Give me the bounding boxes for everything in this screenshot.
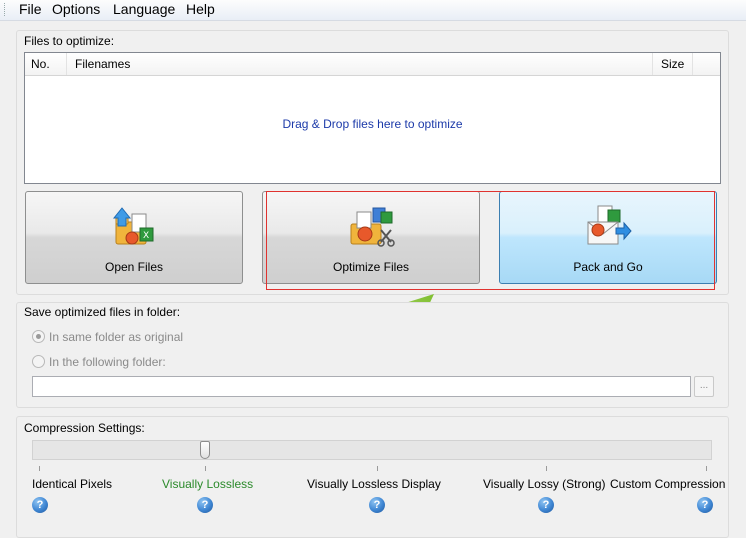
radio-following-folder-label: In the following folder: xyxy=(49,355,166,369)
pack-and-go-label: Pack and Go xyxy=(573,260,643,274)
optimize-files-button[interactable]: Optimize Files xyxy=(262,191,480,284)
optimize-files-label: Optimize Files xyxy=(332,260,409,274)
pack-and-go-button[interactable]: Pack and Go xyxy=(499,191,717,284)
column-header-size[interactable]: Size xyxy=(653,53,693,75)
radio-following-folder[interactable]: In the following folder: xyxy=(32,355,166,369)
drop-hint: Drag & Drop files here to optimize xyxy=(282,117,463,131)
level-custom-compression[interactable]: Custom Compression xyxy=(610,477,725,491)
column-header-filenames[interactable]: Filenames xyxy=(67,53,653,75)
compression-slider-track[interactable] xyxy=(32,440,712,460)
folder-with-documents-icon: X xyxy=(112,207,154,245)
folder-path-input[interactable] xyxy=(32,376,691,397)
compression-slider-thumb[interactable] xyxy=(200,441,210,459)
help-icon[interactable]: ? xyxy=(538,497,554,513)
slider-tick xyxy=(205,466,206,471)
optimize-documents-icon xyxy=(350,207,395,247)
slider-tick xyxy=(39,466,40,471)
file-list-header: No. Filenames Size xyxy=(25,53,720,76)
level-visually-lossy-strong[interactable]: Visually Lossy (Strong) xyxy=(483,477,606,491)
menu-language[interactable]: Language xyxy=(111,1,177,17)
radio-dot xyxy=(32,355,45,368)
browse-folder-button[interactable]: ... xyxy=(694,376,714,397)
slider-tick xyxy=(377,466,378,471)
slider-tick xyxy=(706,466,707,471)
level-identical-pixels[interactable]: Identical Pixels xyxy=(32,477,112,491)
menu-grip xyxy=(4,3,7,16)
menu-bar: File Options Language Help xyxy=(0,0,746,21)
radio-same-folder-label: In same folder as original xyxy=(49,330,184,344)
files-group-label: Files to optimize: xyxy=(24,34,115,48)
help-icon[interactable]: ? xyxy=(369,497,385,513)
radio-same-folder[interactable]: In same folder as original xyxy=(32,330,183,344)
open-files-button[interactable]: X Open Files xyxy=(25,191,243,284)
save-group-label: Save optimized files in folder: xyxy=(24,305,181,319)
level-visually-lossless[interactable]: Visually Lossless xyxy=(162,477,253,491)
column-header-no[interactable]: No. xyxy=(25,53,67,75)
menu-help[interactable]: Help xyxy=(184,1,217,17)
slider-tick xyxy=(546,466,547,471)
menu-file[interactable]: File xyxy=(17,1,44,17)
level-visually-lossless-display[interactable]: Visually Lossless Display xyxy=(307,477,441,491)
help-icon[interactable]: ? xyxy=(697,497,713,513)
radio-dot-selected xyxy=(32,330,45,343)
compression-group-label: Compression Settings: xyxy=(24,421,145,435)
file-list[interactable]: No. Filenames Size Drag & Drop files her… xyxy=(24,52,721,184)
svg-text:X: X xyxy=(143,231,149,241)
open-files-label: Open Files xyxy=(104,260,164,274)
help-icon[interactable]: ? xyxy=(32,497,48,513)
menu-options[interactable]: Options xyxy=(50,1,102,17)
email-pack-icon xyxy=(587,205,632,245)
help-icon[interactable]: ? xyxy=(197,497,213,513)
